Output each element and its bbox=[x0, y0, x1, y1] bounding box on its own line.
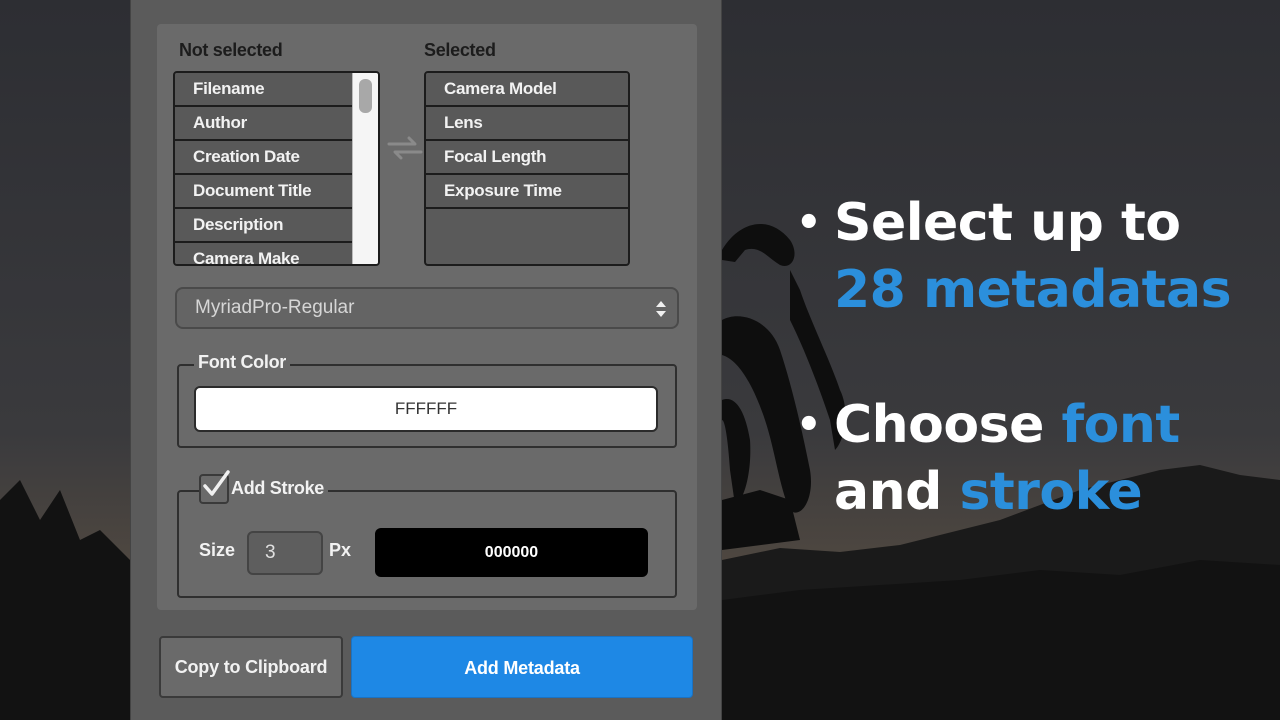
bullet-word: and bbox=[834, 462, 942, 522]
bullet-highlight: stroke bbox=[959, 462, 1143, 522]
feature-bullets: • Select up to 28 metadatas • Choose fon… bbox=[790, 190, 1270, 594]
bullet-item: • Choose font and stroke bbox=[790, 392, 1270, 526]
not-selected-list[interactable]: Filename Author Creation Date Document T… bbox=[173, 71, 380, 266]
list-item[interactable]: Description bbox=[175, 209, 378, 243]
list-item[interactable]: Exposure Time bbox=[426, 175, 628, 209]
px-unit-label: Px bbox=[329, 540, 352, 560]
scrollbar-thumb[interactable] bbox=[359, 79, 372, 113]
metadata-panel: Not selected Selected Filename Author Cr… bbox=[130, 0, 722, 720]
list-item[interactable]: Focal Length bbox=[426, 141, 628, 175]
bullet-highlight: font bbox=[1061, 395, 1180, 455]
bullet-dot: • bbox=[796, 402, 822, 448]
list-item[interactable]: Document Title bbox=[175, 175, 378, 209]
selected-list[interactable]: Camera Model Lens Focal Length Exposure … bbox=[424, 71, 630, 266]
bullet-highlight: 28 metadatas bbox=[834, 260, 1232, 320]
font-color-legend: Font Color bbox=[194, 352, 290, 373]
bullet-word: Choose bbox=[834, 395, 1044, 455]
not-selected-label: Not selected bbox=[179, 40, 283, 60]
list-item[interactable]: Filename bbox=[175, 73, 378, 107]
list-item[interactable]: Camera Make bbox=[175, 243, 378, 264]
font-select[interactable]: MyriadPro-Regular bbox=[175, 287, 679, 329]
add-metadata-button[interactable]: Add Metadata bbox=[351, 636, 693, 698]
font-select-value: MyriadPro-Regular bbox=[195, 297, 355, 318]
list-item[interactable]: Creation Date bbox=[175, 141, 378, 175]
bullet-item: • Select up to 28 metadatas bbox=[790, 190, 1270, 324]
selected-label: Selected bbox=[424, 40, 496, 60]
list-item[interactable]: Author bbox=[175, 107, 378, 141]
list-item[interactable]: Camera Model bbox=[426, 73, 628, 107]
size-label: Size bbox=[199, 540, 236, 560]
bullet-dot: • bbox=[796, 200, 822, 246]
checkmark-icon bbox=[203, 470, 230, 496]
bullet-line: Select up to bbox=[834, 193, 1181, 253]
list-item[interactable]: Lens bbox=[426, 107, 628, 141]
swap-arrows-icon[interactable] bbox=[385, 136, 425, 160]
add-stroke-label: Add Stroke bbox=[229, 478, 329, 499]
stroke-color-input[interactable]: 000000 bbox=[375, 528, 648, 577]
stroke-size-input[interactable]: 3 bbox=[247, 531, 323, 575]
copy-to-clipboard-button[interactable]: Copy to Clipboard bbox=[159, 636, 343, 698]
updown-chevron-icon bbox=[656, 301, 666, 317]
scrollbar[interactable] bbox=[352, 73, 378, 264]
font-color-input[interactable]: FFFFFF bbox=[194, 386, 658, 432]
